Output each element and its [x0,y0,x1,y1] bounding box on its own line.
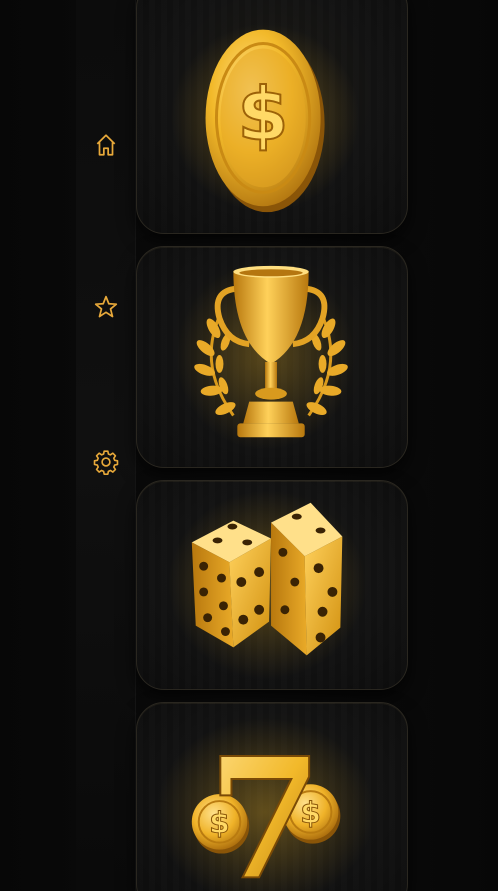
tile-trophy[interactable] [136,246,408,468]
dollar-coin-icon: $ [170,23,360,213]
sidebar-item-home[interactable] [90,125,122,165]
lucky-seven-icon: $ $ 7 [156,717,374,891]
coin-symbol: $ [238,73,289,158]
tile-lucky-seven[interactable]: $ $ 7 [136,702,408,891]
star-icon [94,295,118,318]
home-icon [96,134,116,156]
trophy-icon [175,261,355,451]
lucky-seven-text: 7 [207,722,323,891]
tile-coins[interactable]: $ [136,0,408,234]
gear-icon [93,450,119,475]
tile-dice[interactable] [136,480,408,690]
sidebar-item-favorites[interactable] [90,287,122,327]
game-menu-screen: $ $ $ 7 [0,0,498,891]
sidebar-nav [76,0,136,891]
dice-icon [168,490,367,680]
sidebar-item-settings[interactable] [90,442,122,482]
